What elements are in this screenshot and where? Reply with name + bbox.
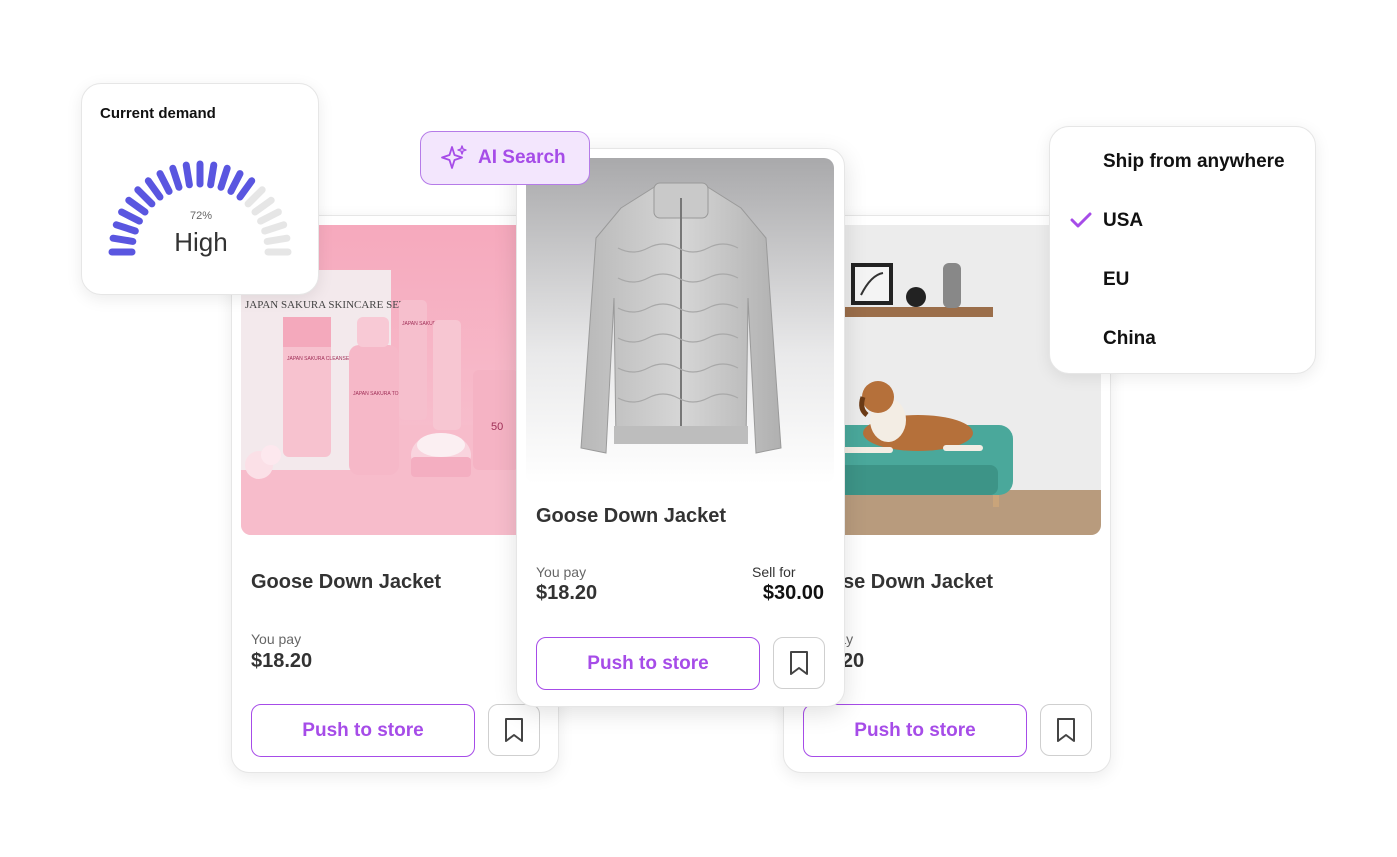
bookmark-icon (790, 651, 808, 675)
gauge-segment (134, 186, 156, 208)
ship-option-eu[interactable]: EU (1103, 269, 1129, 291)
current-demand-card: Current demand 72% High (81, 83, 319, 295)
bookmark-button[interactable] (773, 637, 825, 689)
push-to-store-button[interactable]: Push to store (803, 704, 1027, 757)
push-to-store-button[interactable]: Push to store (251, 704, 475, 757)
product-title: Goose Down Jacket (251, 571, 442, 593)
product-image-jacket[interactable] (526, 158, 834, 484)
push-to-store-button[interactable]: Push to store (536, 637, 760, 690)
gauge-segment (244, 186, 266, 208)
ai-search-button[interactable]: AI Search (420, 131, 590, 185)
ship-option-china[interactable]: China (1103, 328, 1156, 350)
ai-search-label: AI Search (478, 147, 566, 168)
box-label: JAPAN SAKURA SKINCARE SET (245, 299, 406, 311)
product-card-left: JAPAN SAKURA SKINCARE SET JAPAN SAKURA C… (231, 215, 559, 773)
spf-label: 50 (491, 421, 503, 433)
product-title: Goose Down Jacket (536, 505, 727, 527)
gauge-segment (207, 161, 218, 189)
gauge-segment (227, 170, 244, 195)
gauge-segment (182, 161, 193, 189)
gauge-segment (144, 177, 164, 201)
bookmark-button[interactable] (488, 704, 540, 756)
gauge-segment (156, 170, 173, 195)
ship-from-menu: Ship from anywhere USA EU China (1049, 126, 1316, 374)
tube-label: JAPAN SAKURA CLEANSER (287, 356, 353, 362)
demand-percent: 72% (189, 210, 213, 222)
sparkles-icon (441, 145, 467, 169)
you-pay-value: $18.20 (536, 582, 598, 604)
gauge-segment (169, 164, 183, 191)
ship-option-usa[interactable]: USA (1103, 210, 1143, 232)
ship-option-anywhere[interactable]: Ship from anywhere (1103, 151, 1285, 173)
demand-title: Current demand (100, 105, 216, 122)
demand-level: High (174, 227, 228, 257)
gauge-segment (217, 164, 231, 191)
you-pay-value: $18.20 (251, 650, 313, 672)
sell-for-label: Sell for (752, 564, 796, 580)
you-pay-label: You pay (251, 631, 302, 647)
bookmark-icon (1057, 718, 1075, 742)
checkmark-icon (1070, 212, 1092, 228)
sell-for-value: $30.00 (762, 582, 824, 604)
gauge-segment (236, 177, 256, 201)
bookmark-icon (505, 718, 523, 742)
product-card-center: Goose Down Jacket You pay $18.20 Sell fo… (516, 148, 845, 707)
you-pay-label: You pay (536, 564, 587, 580)
bookmark-button[interactable] (1040, 704, 1092, 756)
